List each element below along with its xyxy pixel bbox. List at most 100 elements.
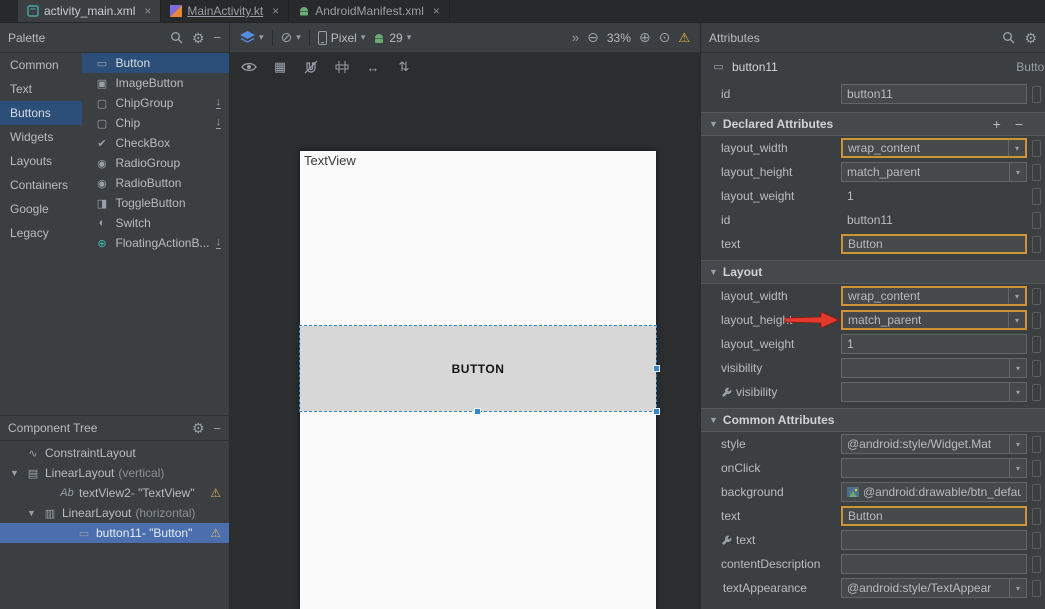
tree-item-textview2-textview-[interactable]: AbtextView2- "TextView"⚠ [0,483,229,503]
id-field[interactable]: button11 [841,84,1027,104]
attribute-value-field[interactable] [841,530,1027,550]
section-header-layout[interactable]: ▼Layout [701,260,1045,284]
flag-toggle[interactable] [1032,164,1041,181]
palette-category-buttons[interactable]: Buttons [0,101,82,125]
palette-item-switch[interactable]: ◐Switch [82,213,229,233]
flag-toggle[interactable] [1032,556,1041,573]
attribute-value-combo[interactable]: ▾ [841,458,1027,478]
download-icon[interactable]: ↓ [216,117,222,129]
resize-handle-corner[interactable] [653,408,660,415]
flag-toggle[interactable] [1032,580,1041,597]
attribute-value-combo[interactable]: wrap_content▾ [841,138,1027,158]
gear-icon[interactable]: ⚙ [192,421,205,435]
tree-item-linearlayout[interactable]: ▼▥LinearLayout(horizontal) [0,503,229,523]
editor-tab-androidmanifest-xml[interactable]: AndroidManifest.xml× [289,0,450,22]
flag-toggle[interactable] [1032,484,1041,501]
attribute-value-combo[interactable]: ▾ [841,382,1027,402]
palette-item-chipgroup[interactable]: ▢ChipGroup↓ [82,93,229,113]
flag-toggle[interactable] [1032,360,1041,377]
palette-category-containers[interactable]: Containers [0,173,82,197]
palette-item-radiogroup[interactable]: ◉RadioGroup [82,153,229,173]
layout-bounds-icon[interactable]: ▦ [271,58,289,76]
flag-toggle[interactable] [1032,508,1041,525]
palette-category-common[interactable]: Common [0,53,82,77]
visibility-icon[interactable] [240,58,258,76]
canvas-textview[interactable]: TextView [304,153,356,168]
editor-tab-activity-main-xml[interactable]: activity_main.xml× [18,0,161,22]
margins-icon[interactable]: ⇅ [395,58,413,76]
attribute-value-combo[interactable]: match_parent▾ [841,310,1027,330]
zoom-out-button[interactable]: ⊖ [587,29,599,46]
palette-item-floatingactionb-[interactable]: ⊕FloatingActionB...↓ [82,233,229,253]
flag-toggle[interactable] [1032,532,1041,549]
flag-toggle[interactable] [1032,212,1041,229]
section-header-declared-attributes[interactable]: ▼Declared Attributes+− [701,112,1045,136]
chevron-down-icon[interactable]: ▾ [1008,140,1025,156]
palette-category-google[interactable]: Google [0,197,82,221]
attribute-value-field[interactable] [841,554,1027,574]
magnet-off-icon[interactable] [302,58,320,76]
palette-category-text[interactable]: Text [0,77,82,101]
chevron-down-icon[interactable]: ▾ [1009,359,1026,377]
download-icon[interactable]: ↓ [216,97,222,109]
attribute-value-combo[interactable]: match_parent▾ [841,162,1027,182]
flag-toggle[interactable] [1032,336,1041,353]
flag-toggle[interactable] [1032,140,1041,157]
warning-icon[interactable]: ⚠ [678,30,690,46]
attribute-value-combo[interactable]: @android:style/Widget.Mat▾ [841,434,1027,454]
chevron-down-icon[interactable]: ▾ [1009,579,1026,597]
orientation-icon[interactable]: ↔ [364,58,382,76]
attribute-value-combo[interactable]: wrap_content▾ [841,286,1027,306]
canvas-selected-button[interactable]: BUTTON [300,326,656,411]
device-selector[interactable]: Pixel ▾ [318,31,366,45]
tree-item-linearlayout[interactable]: ▼▤LinearLayout(vertical) [0,463,229,483]
resize-handle-bottom[interactable] [474,408,481,415]
palette-item-checkbox[interactable]: ✔CheckBox [82,133,229,153]
editor-tab-mainactivity-kt[interactable]: MainActivity.kt× [161,0,289,22]
theme-selector[interactable]: ⊘ ▾ [281,29,301,46]
remove-attribute-icon[interactable]: − [1015,117,1023,131]
download-icon[interactable]: ↓ [216,237,222,249]
expander-icon[interactable]: ▼ [8,468,21,478]
flag-toggle[interactable] [1032,188,1041,205]
tree-item-constraintlayout[interactable]: ∿ConstraintLayout [0,443,229,463]
flag-toggle[interactable] [1032,288,1041,305]
flag-toggle[interactable] [1032,460,1041,477]
flag-toggle[interactable] [1032,436,1041,453]
hide-panel-icon[interactable]: − [213,422,221,435]
expander-icon[interactable]: ▼ [25,508,38,518]
design-surface[interactable]: TextView BUTTON [300,151,656,609]
chevron-down-icon[interactable]: ▾ [1009,163,1026,181]
search-icon[interactable] [170,31,183,44]
section-header-common-attributes[interactable]: ▼Common Attributes [701,408,1045,432]
gear-icon[interactable]: ⚙ [192,31,205,45]
flag-toggle[interactable] [1032,86,1041,103]
add-attribute-icon[interactable]: + [993,117,1001,131]
palette-item-imagebutton[interactable]: ▣ImageButton [82,73,229,93]
zoom-in-button[interactable]: ⊕ [639,29,651,46]
palette-category-legacy[interactable]: Legacy [0,221,82,245]
attribute-value-field[interactable]: Button [841,506,1027,526]
chevron-down-icon[interactable]: ▾ [1009,383,1026,401]
resize-handle-right[interactable] [653,365,660,372]
design-surface-selector[interactable]: ▾ [240,31,264,44]
attribute-value-field[interactable]: @android:drawable/btn_defau [841,482,1027,502]
close-icon[interactable]: × [144,5,151,17]
palette-category-widgets[interactable]: Widgets [0,125,82,149]
chevron-down-icon[interactable]: ▾ [1009,435,1026,453]
close-icon[interactable]: × [433,5,440,17]
gear-icon[interactable]: ⚙ [1024,31,1037,45]
toolbar-overflow-chevrons[interactable]: » [572,30,579,45]
palette-item-radiobutton[interactable]: ◉RadioButton [82,173,229,193]
guidelines-icon[interactable] [333,58,351,76]
zoom-fit-button[interactable]: ⊙ [659,29,671,46]
palette-item-button[interactable]: ▭Button [82,53,229,73]
attribute-value-field[interactable]: 1 [841,334,1027,354]
attribute-value-combo[interactable]: @android:style/TextAppear▾ [841,578,1027,598]
palette-category-layouts[interactable]: Layouts [0,149,82,173]
palette-item-chip[interactable]: ▢Chip↓ [82,113,229,133]
palette-item-togglebutton[interactable]: ◨ToggleButton [82,193,229,213]
design-canvas[interactable]: ▦ ↔ ⇅ TextView BUTTON [230,53,700,609]
close-icon[interactable]: × [272,5,279,17]
attribute-value-field[interactable]: Button [841,234,1027,254]
